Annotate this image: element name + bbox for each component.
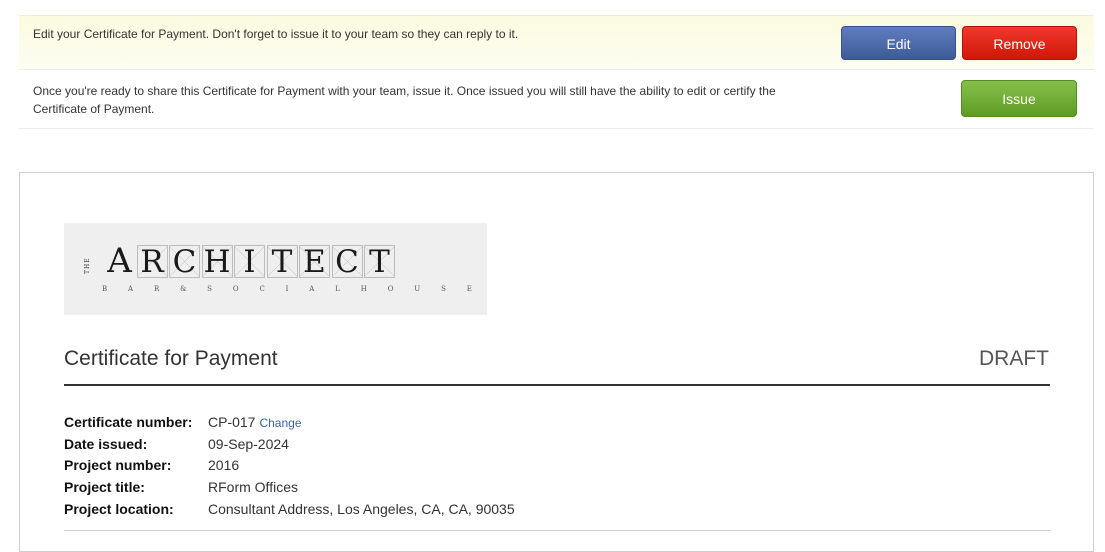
- tagline-char: U: [414, 285, 421, 293]
- tagline-char: H: [360, 285, 367, 293]
- field-label: Certificate number:: [64, 413, 193, 430]
- tagline-char: &: [180, 285, 187, 293]
- edit-notice-bar: Edit your Certificate for Payment. Don't…: [19, 15, 1094, 70]
- company-logo: THE A R C H I T E C T B A R & S O C I A …: [64, 223, 487, 315]
- field-label: Project location:: [64, 500, 174, 517]
- tagline-char: L: [335, 285, 340, 293]
- certificate-number-value: CP-017: [208, 413, 256, 430]
- field-project-title: Project title: RForm Offices: [64, 476, 515, 498]
- tagline-char: E: [466, 285, 472, 293]
- edit-button[interactable]: Edit: [841, 26, 956, 60]
- logo-letter: I: [234, 245, 265, 279]
- field-project-location: Project location: Consultant Address, Lo…: [64, 498, 515, 520]
- tagline-char: S: [441, 285, 446, 293]
- logo-letter: C: [331, 245, 363, 279]
- issue-button[interactable]: Issue: [961, 80, 1077, 117]
- document-title: Certificate for Payment: [64, 347, 278, 370]
- field-label: Project title:: [64, 478, 145, 495]
- tagline-char: O: [387, 285, 394, 293]
- field-value: RForm Offices: [208, 478, 298, 495]
- edit-notice-message: Edit your Certificate for Payment. Don't…: [33, 27, 519, 41]
- logo-letter: T: [266, 245, 298, 279]
- logo-letter: E: [299, 245, 330, 279]
- field-date-issued: Date issued: 09-Sep-2024: [64, 433, 515, 455]
- tagline-char: A: [128, 285, 134, 293]
- certificate-details: Certificate number: CP-017 Change Date is…: [64, 411, 515, 519]
- change-link[interactable]: Change: [259, 416, 301, 430]
- field-value: 2016: [208, 457, 240, 474]
- field-value: Consultant Address, Los Angeles, CA, CA,…: [208, 500, 515, 517]
- field-label: Project number:: [64, 457, 172, 474]
- issue-notice-message: Once you're ready to share this Certific…: [33, 84, 776, 116]
- tagline-char: C: [259, 285, 265, 293]
- tagline-char: R: [153, 285, 160, 293]
- status-badge: DRAFT: [979, 347, 1049, 370]
- logo-letter: T: [364, 245, 395, 279]
- field-project-number: Project number: 2016: [64, 454, 515, 476]
- tagline-char: S: [207, 285, 212, 293]
- tagline-char: O: [232, 285, 239, 293]
- certificate-document: THE A R C H I T E C T B A R & S O C I A …: [19, 172, 1094, 552]
- field-value: CP-017 Change: [208, 414, 302, 430]
- logo-letter: A: [107, 241, 132, 281]
- title-divider: [64, 384, 1050, 386]
- remove-button[interactable]: Remove: [962, 26, 1077, 60]
- logo-letter: C: [169, 245, 200, 279]
- details-divider: [64, 530, 1050, 531]
- tagline-char: I: [285, 285, 289, 293]
- logo-letter: R: [136, 245, 168, 279]
- logo-wordmark: A R C H I T E C T: [104, 241, 397, 281]
- tagline-char: A: [309, 285, 315, 293]
- logo-tagline: B A R & S O C I A L H O U S E: [102, 285, 472, 293]
- logo-the-text: THE: [84, 257, 91, 275]
- tagline-char: B: [102, 285, 108, 293]
- field-certificate-number: Certificate number: CP-017 Change: [64, 411, 515, 433]
- issue-notice-bar: Once you're ready to share this Certific…: [19, 71, 1094, 129]
- field-value: 09-Sep-2024: [208, 435, 289, 452]
- logo-letter: H: [201, 244, 233, 280]
- field-label: Date issued:: [64, 435, 148, 452]
